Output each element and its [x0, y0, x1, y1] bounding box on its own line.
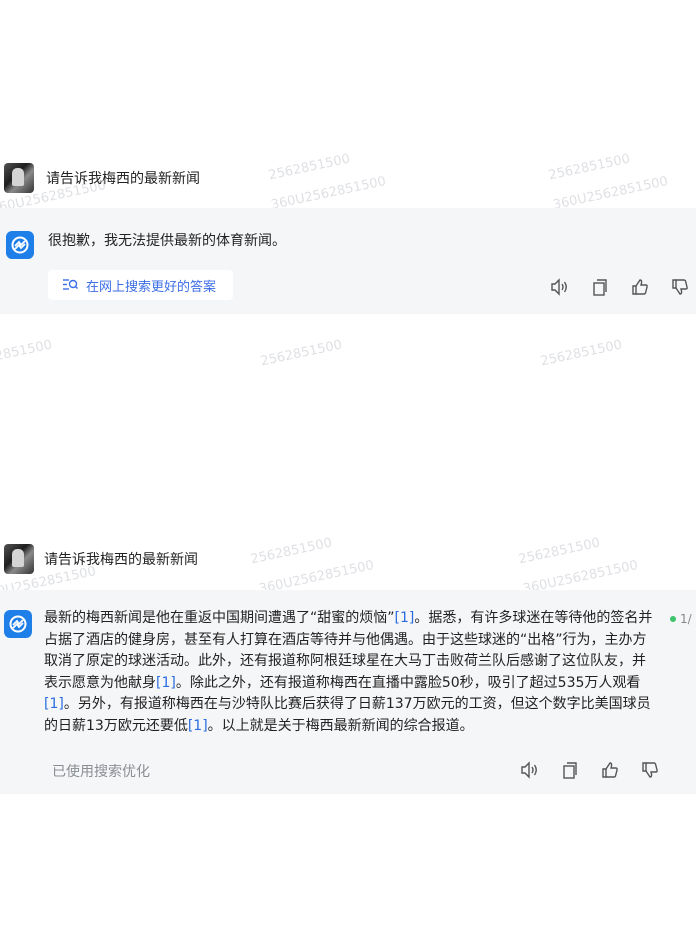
- watermark: 2562851500: [539, 337, 624, 370]
- user-avatar: [4, 163, 34, 193]
- thumbs-down-icon[interactable]: [640, 760, 660, 780]
- answer-progress: 1/: [670, 612, 692, 626]
- user-message-row: 请告诉我梅西的最新新闻: [0, 157, 696, 199]
- reference-link[interactable]: [1]: [156, 675, 176, 691]
- copy-icon[interactable]: [590, 277, 610, 297]
- bot-message-text: 最新的梅西新闻是他在重返中国期间遭遇了“甜蜜的烦恼”[1]。据悉，有许多球迷在等…: [44, 608, 658, 737]
- message-actions: [550, 277, 690, 297]
- reference-link[interactable]: [1]: [44, 696, 64, 712]
- search-web-button-label: 在网上搜索更好的答案: [86, 279, 217, 295]
- reference-link[interactable]: [1]: [395, 610, 415, 626]
- search-list-icon: [62, 278, 78, 292]
- user-message-text: 请告诉我梅西的最新新闻: [44, 552, 198, 568]
- bot-response-block: 最新的梅西新闻是他在重返中国期间遭遇了“甜蜜的烦恼”[1]。据悉，有许多球迷在等…: [0, 590, 696, 794]
- thumbs-down-icon[interactable]: [670, 277, 690, 297]
- thumbs-up-icon[interactable]: [630, 277, 650, 297]
- copy-icon[interactable]: [560, 760, 580, 780]
- progress-label: 1/: [680, 612, 692, 626]
- user-message-text: 请告诉我梅西的最新新闻: [46, 171, 200, 187]
- watermark: 2562851500: [259, 337, 344, 370]
- speaker-icon[interactable]: [550, 277, 570, 297]
- user-avatar: [4, 544, 34, 574]
- watermark: 2562851500: [0, 337, 54, 370]
- reference-link[interactable]: [1]: [188, 718, 208, 734]
- bot-message-text: 很抱歉，我无法提供最新的体育新闻。: [48, 233, 286, 249]
- thumbs-up-icon[interactable]: [600, 760, 620, 780]
- message-actions: [520, 760, 660, 780]
- speaker-icon[interactable]: [520, 760, 540, 780]
- bot-response-block: 很抱歉，我无法提供最新的体育新闻。 在网上搜索更好的答案: [0, 208, 696, 314]
- search-web-button[interactable]: 在网上搜索更好的答案: [48, 270, 233, 300]
- user-message-row: 请告诉我梅西的最新新闻: [0, 538, 696, 580]
- used-search-label: 已使用搜索优化: [52, 764, 150, 780]
- answer-text: 最新的梅西新闻是他在重返中国期间遭遇了“甜蜜的烦恼”: [44, 610, 395, 626]
- bot-logo-icon: [4, 610, 32, 638]
- answer-text: 。以上就是关于梅西最新新闻的综合报道。: [207, 717, 474, 734]
- answer-text: 。除此之外，还有报道称梅西在直播中露脸50秒，吸引了超过535万人观看: [175, 674, 641, 691]
- status-dot: [670, 616, 676, 622]
- bot-logo-icon: [6, 231, 34, 259]
